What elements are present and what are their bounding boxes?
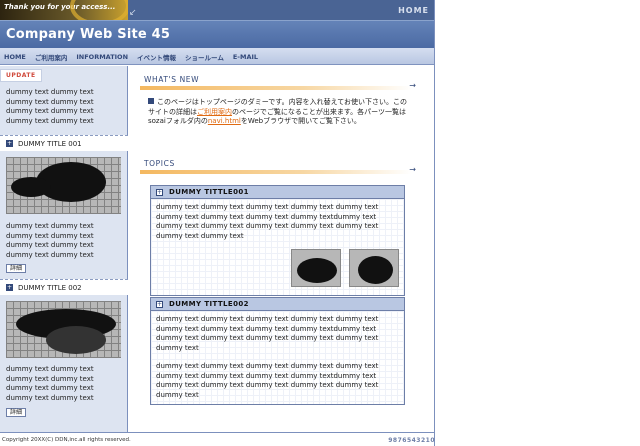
sidebar-section-2-text: dummy text dummy text dummy text dummy t… xyxy=(6,365,94,402)
update-label: UPDATE xyxy=(0,69,42,82)
nav-item-information[interactable]: INFORMATION xyxy=(76,53,128,61)
whats-new-label: WHAT'S NEW xyxy=(144,75,200,84)
plus-icon: + xyxy=(6,284,13,291)
topic-2: + DUMMY TITTLE002 dummy text dummy text … xyxy=(150,297,405,405)
nav-item-email[interactable]: E-MAIL xyxy=(233,53,258,61)
update-section: UPDATE dummy text dummy text dummy text … xyxy=(0,69,128,126)
nav-item-showroom[interactable]: ショールーム xyxy=(185,52,224,62)
nav-item-guide[interactable]: ご利用案内 xyxy=(35,52,68,62)
topic-2-title: DUMMY TITTLE002 xyxy=(169,300,249,308)
sidebar-section-1-detail-button[interactable]: 詳細 xyxy=(6,264,27,273)
top-header-bar: Thank you for your access... ↙ HOME xyxy=(0,0,435,20)
sidebar-section-1-header[interactable]: + DUMMY TITLE 001 xyxy=(0,135,128,151)
arrow-right-icon: → xyxy=(409,165,416,174)
sidebar-section-1-text: dummy text dummy text dummy text dummy t… xyxy=(6,222,94,259)
sidebar-section-2-image xyxy=(6,301,121,358)
plus-icon: + xyxy=(6,140,13,147)
guide-link[interactable]: ご利用案内 xyxy=(197,108,232,116)
sidebar-section-1-title: DUMMY TITLE 001 xyxy=(18,139,82,148)
plus-icon: + xyxy=(156,188,163,196)
copyright-text: Copyright 20XX(C) DDN,inc.all rights res… xyxy=(2,437,131,443)
footer: Copyright 20XX(C) DDN,inc.all rights res… xyxy=(0,432,435,446)
sidebar: UPDATE dummy text dummy text dummy text … xyxy=(0,66,128,432)
topics-banner: TOPICS → xyxy=(140,155,416,174)
sidebar-section-2-header[interactable]: + DUMMY TITLE 002 xyxy=(0,279,128,295)
topic-2-text-1: dummy text dummy text dummy text dummy t… xyxy=(156,315,379,352)
arrow-right-icon: → xyxy=(409,81,416,90)
title-bar: Company Web Site 45 xyxy=(0,20,435,48)
topic-1-image-1 xyxy=(290,249,341,287)
sidebar-section-2-title: DUMMY TITLE 002 xyxy=(18,283,82,292)
corner-arrow-icon: ↙ xyxy=(129,8,137,18)
update-text: dummy text dummy text dummy text dummy t… xyxy=(6,88,94,125)
topic-1-text: dummy text dummy text dummy text dummy t… xyxy=(156,203,379,240)
topic-1-title: DUMMY TITTLE001 xyxy=(169,188,249,196)
home-link[interactable]: HOME xyxy=(398,6,429,15)
right-border xyxy=(434,0,435,446)
main-content: WHAT'S NEW → このページはトップページのダミーです。内容を入れ替えて… xyxy=(140,66,420,432)
whats-new-banner: WHAT'S NEW → xyxy=(140,71,416,90)
sidebar-section-1-image xyxy=(6,157,121,214)
disc-graphic xyxy=(70,0,128,20)
navi-html-link[interactable]: navi.html xyxy=(208,117,241,125)
footer-code: 9876543210 xyxy=(388,437,435,444)
whats-new-text: このページはトップページのダミーです。内容を入れ替えてお使い下さい。このサイトの… xyxy=(148,98,408,125)
nav-item-home[interactable]: HOME xyxy=(4,53,26,61)
sidebar-section-2-detail-button[interactable]: 詳細 xyxy=(6,408,27,417)
topic-2-text-2: dummy text dummy text dummy text dummy t… xyxy=(156,362,379,399)
bullet-icon xyxy=(148,98,154,104)
plus-icon: + xyxy=(156,300,163,308)
nav-item-events[interactable]: イベント情報 xyxy=(137,52,176,62)
tagline-banner: Thank you for your access... xyxy=(0,0,128,20)
topic-2-header[interactable]: + DUMMY TITTLE002 xyxy=(151,298,404,311)
topics-label: TOPICS xyxy=(144,159,175,168)
site-title: Company Web Site 45 xyxy=(6,27,171,42)
topic-1-image-2 xyxy=(349,249,399,287)
topic-1: + DUMMY TITTLE001 dummy text dummy text … xyxy=(150,185,405,296)
global-nav: HOME ご利用案内 INFORMATION イベント情報 ショールーム E-M… xyxy=(0,48,435,65)
topic-1-header[interactable]: + DUMMY TITTLE001 xyxy=(151,186,404,199)
